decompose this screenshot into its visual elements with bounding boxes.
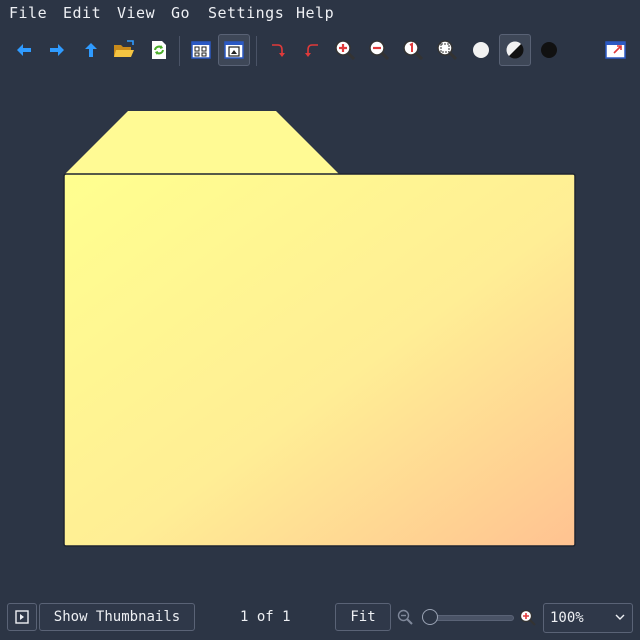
folder-icon [63, 111, 576, 547]
zoom-level-combo[interactable]: 100% [543, 603, 633, 633]
status-bar: Show Thumbnails 1 of 1 Fit 100% [0, 598, 640, 640]
menu-file[interactable]: File [9, 4, 47, 22]
fullscreen-icon [605, 41, 626, 59]
zoom-level-value: 100% [550, 610, 584, 626]
sidebar-toggle-button[interactable] [7, 603, 37, 631]
menu-go[interactable]: Go [171, 4, 190, 22]
forward-button[interactable] [41, 34, 73, 66]
open-button[interactable] [108, 34, 140, 66]
menu-edit[interactable]: Edit [63, 4, 101, 22]
contrast-background-button[interactable] [499, 34, 531, 66]
dark-background-button[interactable] [533, 34, 565, 66]
back-arrow-icon [17, 44, 31, 56]
zoom-out-small-icon[interactable] [397, 609, 413, 625]
menu-help[interactable]: Help [296, 4, 334, 22]
menu-view[interactable]: View [117, 4, 155, 22]
zoom-fit-icon [437, 40, 458, 61]
open-folder-icon [114, 40, 134, 57]
rotate-clockwise-button[interactable] [262, 34, 294, 66]
zoom-slider-thumb[interactable] [422, 609, 438, 625]
menu-bar: File Edit View Go Settings Help [0, 0, 640, 26]
folder-tab [64, 111, 340, 175]
show-thumbnails-button[interactable]: Show Thumbnails [39, 603, 195, 631]
sidebar-toggle-icon [15, 610, 29, 624]
thumbnails-view-button[interactable] [185, 34, 217, 66]
page-indicator: 1 of 1 [240, 609, 291, 625]
image-view-icon [224, 41, 244, 59]
chevron-down-icon [615, 614, 625, 620]
rotate-clockwise-icon [272, 44, 285, 57]
zoom-slider[interactable] [422, 609, 514, 625]
reload-icon [152, 41, 166, 59]
menu-settings[interactable]: Settings [208, 4, 284, 22]
fit-button[interactable]: Fit [335, 603, 391, 631]
toolbar-separator [179, 36, 180, 66]
light-background-button[interactable] [465, 34, 497, 66]
rotate-counterclockwise-icon [305, 44, 318, 57]
dark-background-icon [541, 42, 557, 58]
zoom-in-icon [335, 40, 356, 61]
contrast-background-icon [506, 41, 524, 59]
back-button[interactable] [8, 34, 40, 66]
zoom-in-button[interactable] [329, 34, 361, 66]
up-button[interactable] [75, 34, 107, 66]
zoom-original-icon [403, 40, 424, 61]
fullscreen-button[interactable] [600, 34, 632, 66]
toolbar [0, 34, 640, 68]
thumbnails-view-icon [191, 41, 211, 59]
image-viewer[interactable] [0, 72, 640, 596]
forward-arrow-icon [50, 44, 64, 56]
image-view-button[interactable] [218, 34, 250, 66]
zoom-in-small-icon[interactable] [519, 609, 536, 626]
rotate-counterclockwise-button[interactable] [296, 34, 328, 66]
zoom-original-button[interactable] [397, 34, 429, 66]
up-arrow-icon [85, 43, 97, 57]
light-background-icon [473, 42, 489, 58]
reload-button[interactable] [143, 34, 175, 66]
zoom-out-icon [369, 40, 390, 61]
toolbar-separator [256, 36, 257, 66]
zoom-fit-button[interactable] [431, 34, 463, 66]
zoom-out-button[interactable] [363, 34, 395, 66]
folder-body [63, 173, 576, 547]
